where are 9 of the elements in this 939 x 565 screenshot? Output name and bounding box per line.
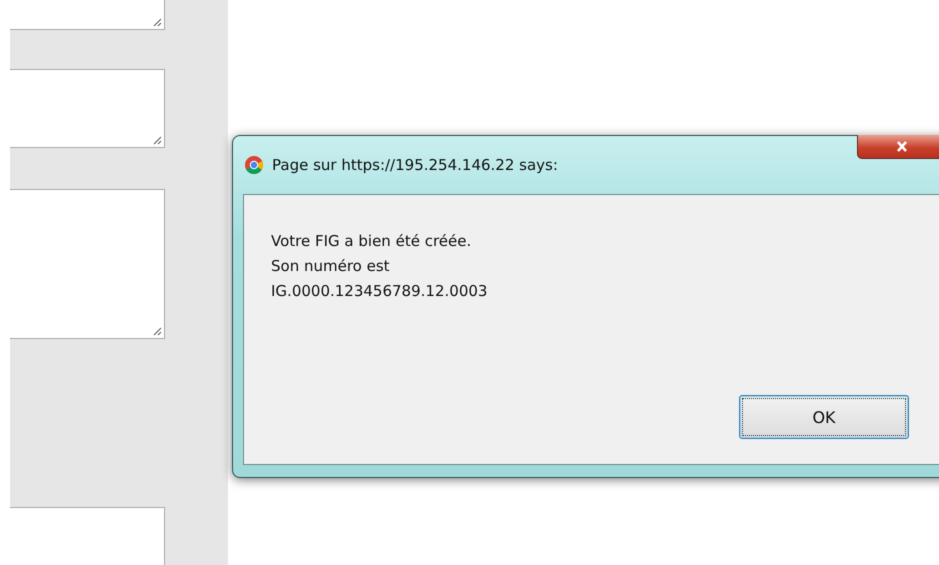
browser-logo-icon	[244, 155, 264, 175]
dialog-title: Page sur https://195.254.146.22 says:	[272, 156, 558, 174]
ok-button[interactable]: OK	[739, 395, 909, 439]
close-button[interactable]	[857, 135, 939, 159]
resize-grip-icon[interactable]	[153, 136, 162, 145]
alert-message: Votre FIG a bien été créée. Son numéro est IG.0000.123456789.12.0003	[271, 231, 488, 302]
resize-grip-icon[interactable]	[153, 327, 162, 336]
close-icon	[896, 141, 908, 152]
resize-grip-icon[interactable]	[153, 18, 162, 27]
